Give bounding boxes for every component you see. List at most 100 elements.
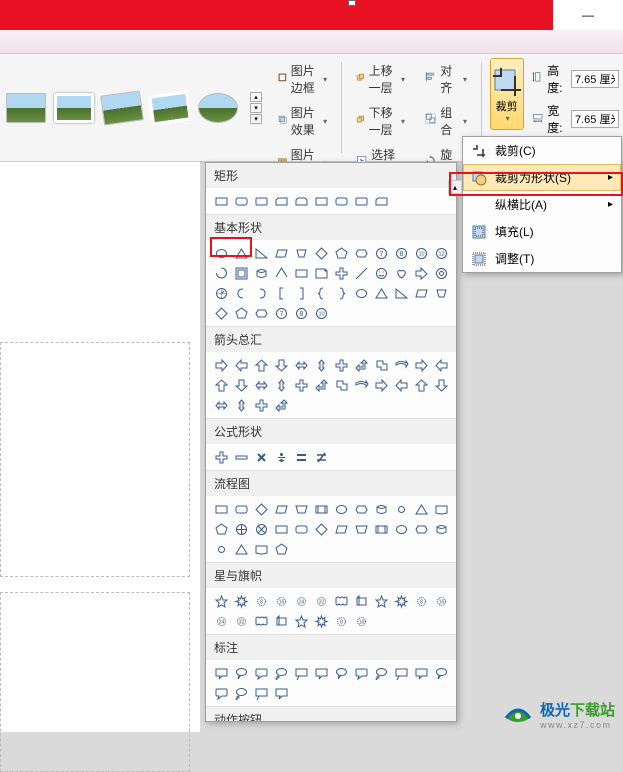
shape-item[interactable] bbox=[412, 500, 430, 518]
width-input[interactable] bbox=[571, 110, 619, 128]
shape-item[interactable] bbox=[412, 520, 430, 538]
shape-item[interactable] bbox=[432, 356, 450, 374]
shape-item[interactable]: 24 bbox=[212, 612, 230, 630]
shape-item[interactable] bbox=[292, 284, 310, 302]
style-thumb-3[interactable] bbox=[100, 90, 144, 125]
crop-button[interactable]: 裁剪 ▾ bbox=[490, 58, 524, 130]
shape-item[interactable] bbox=[312, 448, 330, 466]
shape-item[interactable]: 7 bbox=[372, 244, 390, 262]
shape-item[interactable] bbox=[212, 264, 230, 282]
shape-item[interactable] bbox=[272, 612, 290, 630]
shape-item[interactable] bbox=[232, 356, 250, 374]
height-input[interactable] bbox=[571, 70, 619, 88]
shape-item[interactable] bbox=[252, 244, 270, 262]
shape-item[interactable] bbox=[372, 520, 390, 538]
shape-item[interactable] bbox=[432, 500, 450, 518]
menu-fit[interactable]: 调整(T) bbox=[463, 245, 621, 272]
shape-item[interactable] bbox=[252, 284, 270, 302]
shape-item[interactable] bbox=[212, 520, 230, 538]
gallery-down[interactable]: ▾ bbox=[250, 103, 262, 113]
shape-item[interactable]: 8 bbox=[332, 612, 350, 630]
shape-item[interactable] bbox=[232, 244, 250, 262]
shape-item[interactable] bbox=[412, 356, 430, 374]
send-backward-button[interactable]: 下移一层▾ bbox=[354, 102, 407, 140]
window-minimize[interactable]: — bbox=[553, 0, 623, 30]
gallery-up[interactable]: ▴ bbox=[250, 92, 262, 102]
shape-item[interactable] bbox=[272, 192, 290, 210]
shape-item[interactable] bbox=[212, 396, 230, 414]
shape-item[interactable] bbox=[352, 592, 370, 610]
shape-item[interactable] bbox=[352, 356, 370, 374]
shape-item[interactable] bbox=[292, 376, 310, 394]
shape-item[interactable] bbox=[392, 356, 410, 374]
shape-item[interactable] bbox=[432, 284, 450, 302]
shape-item[interactable] bbox=[392, 264, 410, 282]
shape-item[interactable]: 8 bbox=[412, 592, 430, 610]
gallery-more[interactable]: ▾ bbox=[250, 114, 262, 124]
shape-item[interactable] bbox=[232, 592, 250, 610]
shape-item[interactable] bbox=[312, 376, 330, 394]
shape-item[interactable] bbox=[272, 540, 290, 558]
shape-item[interactable] bbox=[212, 540, 230, 558]
shape-item[interactable] bbox=[372, 592, 390, 610]
shape-item[interactable] bbox=[212, 244, 230, 262]
shape-item[interactable] bbox=[232, 520, 250, 538]
shape-item[interactable] bbox=[432, 264, 450, 282]
shape-item[interactable] bbox=[212, 684, 230, 702]
style-thumb-4[interactable] bbox=[148, 90, 192, 125]
shape-item[interactable] bbox=[292, 520, 310, 538]
shape-item[interactable] bbox=[212, 500, 230, 518]
shape-item[interactable] bbox=[372, 376, 390, 394]
shape-item[interactable] bbox=[292, 612, 310, 630]
shape-item[interactable] bbox=[232, 396, 250, 414]
shape-item[interactable] bbox=[232, 540, 250, 558]
shape-item[interactable] bbox=[212, 376, 230, 394]
shape-item[interactable] bbox=[432, 520, 450, 538]
shape-item[interactable] bbox=[392, 664, 410, 682]
shape-item[interactable] bbox=[352, 264, 370, 282]
shape-item[interactable] bbox=[232, 284, 250, 302]
shape-item[interactable] bbox=[272, 356, 290, 374]
shape-item[interactable] bbox=[252, 448, 270, 466]
shape-item[interactable] bbox=[252, 664, 270, 682]
shape-item[interactable] bbox=[252, 612, 270, 630]
shape-item[interactable] bbox=[292, 356, 310, 374]
shape-item[interactable] bbox=[352, 520, 370, 538]
shape-item[interactable] bbox=[372, 192, 390, 210]
shape-item[interactable] bbox=[332, 500, 350, 518]
picture-effects-button[interactable]: 图片效果▾ bbox=[276, 102, 329, 140]
shape-item[interactable] bbox=[432, 376, 450, 394]
shape-item[interactable]: 24 bbox=[292, 592, 310, 610]
shape-item[interactable] bbox=[312, 500, 330, 518]
bring-forward-button[interactable]: 上移一层▾ bbox=[354, 60, 407, 98]
shape-item[interactable] bbox=[352, 376, 370, 394]
shape-item[interactable]: 16 bbox=[352, 612, 370, 630]
shape-item[interactable] bbox=[372, 284, 390, 302]
shape-item[interactable] bbox=[272, 684, 290, 702]
group-button[interactable]: 组合▾ bbox=[423, 102, 469, 140]
shape-item[interactable] bbox=[412, 284, 430, 302]
shape-item[interactable]: 16 bbox=[272, 592, 290, 610]
shape-item[interactable] bbox=[292, 664, 310, 682]
shape-item[interactable] bbox=[272, 244, 290, 262]
shape-item[interactable] bbox=[252, 356, 270, 374]
shape-item[interactable] bbox=[332, 244, 350, 262]
shape-item[interactable] bbox=[412, 376, 430, 394]
shape-item[interactable] bbox=[372, 664, 390, 682]
shape-item[interactable] bbox=[272, 500, 290, 518]
shape-item[interactable] bbox=[232, 448, 250, 466]
shape-item[interactable] bbox=[372, 356, 390, 374]
shape-item[interactable] bbox=[332, 284, 350, 302]
shape-item[interactable] bbox=[332, 376, 350, 394]
shape-item[interactable] bbox=[212, 592, 230, 610]
shape-item[interactable] bbox=[352, 500, 370, 518]
menu-fill[interactable]: 填充(L) bbox=[463, 218, 621, 245]
shape-item[interactable]: 10 bbox=[412, 244, 430, 262]
shape-item[interactable] bbox=[212, 448, 230, 466]
placeholder-2[interactable] bbox=[0, 592, 190, 772]
style-thumb-5[interactable] bbox=[198, 93, 238, 123]
shape-item[interactable]: 16 bbox=[432, 592, 450, 610]
shape-item[interactable] bbox=[252, 500, 270, 518]
shape-item[interactable] bbox=[292, 192, 310, 210]
shape-item[interactable] bbox=[272, 448, 290, 466]
